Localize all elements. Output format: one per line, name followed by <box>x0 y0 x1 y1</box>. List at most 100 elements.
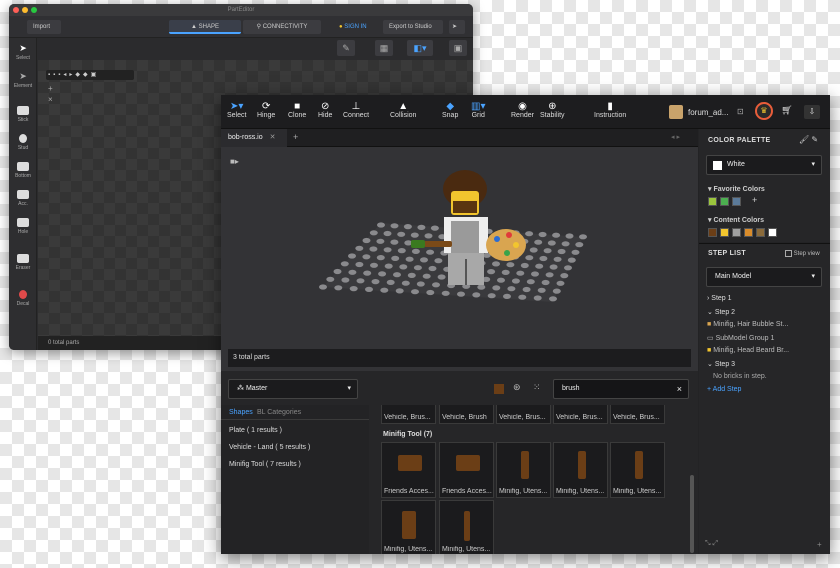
tool-render[interactable]: ◉ Render <box>511 101 534 119</box>
tab-shape[interactable]: ▲ SHAPE <box>169 20 241 34</box>
collapse-icon[interactable]: ⤡ ⤢ <box>705 540 718 548</box>
tool-snap[interactable]: ◆ Snap <box>442 101 458 119</box>
category-plate[interactable]: Plate ( 1 results ) <box>229 427 282 434</box>
part-card[interactable]: Friends Acces... <box>381 442 436 498</box>
color-select[interactable]: White ▾ <box>706 155 822 175</box>
minimize-dot[interactable] <box>22 7 28 13</box>
tool-instruction[interactable]: ▮ Instruction <box>594 101 626 119</box>
part-card[interactable]: Vehicle, Brush <box>439 405 494 424</box>
part-card[interactable]: Minifig, Utens... <box>439 500 494 554</box>
tool-decal[interactable]: Decal <box>9 290 37 307</box>
remove-icon[interactable]: × <box>48 95 53 104</box>
username[interactable]: forum_ad... <box>688 108 728 117</box>
part-card[interactable]: Minifig, Utens... <box>610 442 665 498</box>
color-swatch[interactable] <box>720 228 729 237</box>
palette-select[interactable]: ⁂ Master ▾ <box>228 379 358 399</box>
stud <box>410 232 419 238</box>
tab-bl-categories[interactable]: BL Categories <box>257 409 301 416</box>
palette-icon: ⁂ <box>237 385 246 392</box>
paint-icon[interactable]: 🖌︎ ✎ <box>799 135 818 144</box>
part-item[interactable]: ■ Minifig, Head Beard Br... <box>707 347 789 354</box>
color-swatch[interactable] <box>732 228 741 237</box>
filter-icon[interactable]: ⊛ <box>513 382 521 393</box>
add-icon[interactable]: + <box>48 84 53 93</box>
trophy-icon[interactable]: ♛ <box>755 102 773 120</box>
color-swatch[interactable] <box>744 228 753 237</box>
color-filter-swatch[interactable] <box>494 384 504 394</box>
part-card[interactable]: Friends Acces... <box>439 442 494 498</box>
part-card[interactable]: Minifig, Utens... <box>381 500 436 554</box>
tool-bottom[interactable]: Bottom <box>9 162 37 179</box>
close-dot[interactable] <box>13 7 19 13</box>
color-swatch[interactable] <box>708 228 717 237</box>
search-input[interactable]: brush × <box>553 379 689 399</box>
tool-clone[interactable]: ■ Clone <box>288 101 306 119</box>
settings-icon[interactable]: ⊡ <box>737 107 744 116</box>
color-swatch[interactable] <box>732 197 741 206</box>
tool-stick[interactable]: Stick <box>9 106 37 123</box>
grid-view-icon[interactable]: ⁙ <box>533 382 541 393</box>
part-card[interactable]: Vehicle, Brus... <box>381 405 436 424</box>
tab-bob-ross[interactable]: bob-ross.io ✕ <box>221 129 287 147</box>
model-select[interactable]: Main Model ▾ <box>706 267 822 287</box>
add-color-button[interactable]: + <box>752 195 757 205</box>
tool-stud[interactable]: Stud <box>9 134 37 151</box>
view-dropdown-icon[interactable]: ◧▾ <box>407 40 433 56</box>
tool-hide[interactable]: ⊘ Hide <box>318 101 332 119</box>
tab-shapes[interactable]: Shapes <box>229 409 253 416</box>
upload-icon[interactable]: ⇩ <box>804 105 820 119</box>
part-card[interactable]: Vehicle, Brus... <box>553 405 608 424</box>
tab-connectivity[interactable]: ⚲ CONNECTIVITY <box>243 20 321 34</box>
clear-search-icon[interactable]: × <box>677 380 682 398</box>
scrollbar[interactable] <box>690 475 694 553</box>
tool-hole[interactable]: Hole <box>9 218 37 235</box>
category-minifig-tool[interactable]: Minifig Tool ( 7 results ) <box>229 461 301 468</box>
part-card[interactable]: Minifig, Utens... <box>496 442 551 498</box>
favorite-colors-heading[interactable]: ▾ Favorite Colors <box>708 185 765 193</box>
checkbox[interactable] <box>785 250 792 257</box>
add-icon[interactable]: + <box>817 540 822 549</box>
send-icon[interactable]: ➤ <box>449 20 465 34</box>
tab-arrows-icon[interactable]: ◂ ▸ <box>671 133 680 141</box>
camera-icon[interactable]: ■▸ <box>230 157 244 168</box>
step-view-toggle[interactable]: Step view <box>785 250 820 257</box>
tool-hinge[interactable]: ⟳ Hinge <box>257 101 275 119</box>
tool-select[interactable]: ➤ Select <box>9 44 37 62</box>
export-button[interactable]: Export to Studio <box>383 20 443 34</box>
part-card[interactable]: Minifig, Utens... <box>553 442 608 498</box>
tool-eraser[interactable]: Eraser <box>9 254 37 271</box>
view-buttons-icon[interactable]: ▪▪▪◂▸◆◆▣ <box>46 70 134 80</box>
step-item[interactable]: ⌄ Step 2 <box>707 308 735 316</box>
tool-connect[interactable]: ⊥ Connect <box>343 101 369 119</box>
grid-icon[interactable]: ▦ <box>375 40 393 56</box>
tool-acc[interactable]: Acc. <box>9 190 37 207</box>
part-card[interactable]: Vehicle, Brus... <box>610 405 665 424</box>
color-swatch[interactable] <box>768 228 777 237</box>
color-swatch[interactable] <box>756 228 765 237</box>
part-item[interactable]: ▭ SubModel Group 1 <box>707 334 774 342</box>
add-tab-button[interactable]: + <box>293 132 298 142</box>
category-vehicle-land[interactable]: Vehicle - Land ( 5 results ) <box>229 444 310 451</box>
tool-select[interactable]: ➤▾ Select <box>227 101 246 119</box>
3d-viewport[interactable]: ■▸ <box>221 147 698 371</box>
zoom-dot[interactable] <box>31 7 37 13</box>
tool-element[interactable]: ➤ Element <box>9 72 37 90</box>
step-item[interactable]: ⌄ Step 3 <box>707 360 735 368</box>
tool-collision[interactable]: ▲ Collision <box>390 101 416 119</box>
tool-grid[interactable]: ▥▾ Grid <box>471 101 485 119</box>
add-step-button[interactable]: + Add Step <box>707 386 741 393</box>
cart-icon[interactable]: 🛒︎ <box>779 105 795 119</box>
close-icon[interactable]: ✕ <box>270 134 276 141</box>
import-button[interactable]: Import <box>27 20 61 34</box>
step-item[interactable]: › Step 1 <box>707 295 732 302</box>
layers-icon[interactable]: ▣ <box>449 40 467 56</box>
pencil-icon[interactable]: ✎ <box>337 40 355 56</box>
sign-in-button[interactable]: ● SIGN IN <box>333 20 379 34</box>
avatar[interactable] <box>669 105 683 119</box>
part-item[interactable]: ■ Minifig, Hair Bubble St... <box>707 321 788 328</box>
content-colors-heading[interactable]: ▾ Content Colors <box>708 216 764 224</box>
color-swatch[interactable] <box>720 197 729 206</box>
tool-stability[interactable]: ⊕ Stability <box>540 101 565 119</box>
color-swatch[interactable] <box>708 197 717 206</box>
part-card[interactable]: Vehicle, Brus... <box>496 405 551 424</box>
